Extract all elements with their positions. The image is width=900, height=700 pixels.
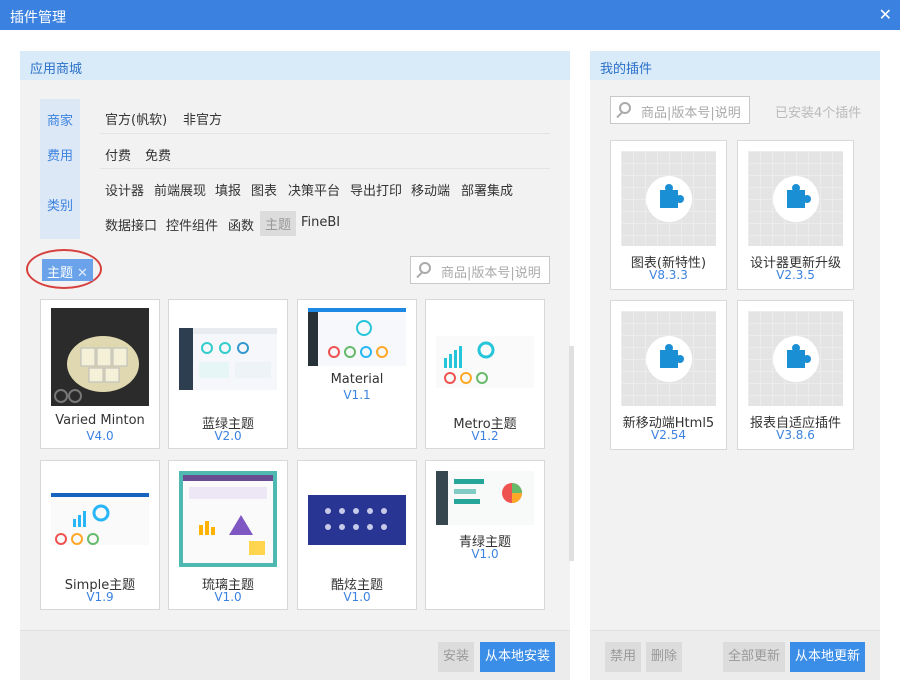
active-filter-tag[interactable]: 主题 ✕ [42,259,93,281]
filter-option-platform[interactable]: 决策平台 [288,180,340,199]
plugin-thumbnail [621,151,716,246]
plugin-version: V2.0 [214,429,242,443]
install-button[interactable]: 安装 [438,642,474,672]
delete-button[interactable]: 删除 [646,642,682,672]
plugin-version: V1.1 [343,388,371,402]
filter-option-official[interactable]: 官方(帆软) [105,109,167,128]
window-title: 插件管理 [10,10,66,26]
plugin-card[interactable]: 青绿主题 V1.0 [425,460,545,610]
plugin-version: V2.3.5 [776,268,815,282]
installed-plugin-card[interactable]: 图表(新特性) V8.3.3 [610,140,727,290]
plugin-thumbnail [179,328,277,390]
store-footer: 安装 从本地安装 [20,630,570,680]
store-panel: 应用商城 商家 费用 类别 官方(帆软) 非官方 付费 免费 设计器 前端展现 … [20,51,574,680]
puzzle-icon [773,176,819,222]
plugin-version: V4.0 [86,429,114,443]
plugin-thumbnail [51,493,149,545]
plugin-thumbnail [436,471,534,525]
plugin-card[interactable]: 琉璃主题 V1.0 [168,460,288,610]
plugin-version: V1.0 [343,590,371,604]
disable-button[interactable]: 禁用 [605,642,641,672]
filter-label-category: 类别 [46,199,73,214]
installed-plugin-card[interactable]: 报表自适应插件 V3.8.6 [737,300,854,450]
plugin-name: Varied Minton [55,413,145,428]
filter-option-deploy[interactable]: 部署集成 [461,180,513,199]
filter-label-vendor: 商家 [46,114,73,129]
filter-option-designer[interactable]: 设计器 [105,180,144,199]
plugin-name: Material [330,372,384,387]
plugin-thumbnail [179,471,277,567]
puzzle-icon [773,336,819,382]
search-icon [419,262,431,274]
my-plugins-search-input[interactable]: 商品|版本号|说明 [610,96,750,124]
filter-option-export[interactable]: 导出打印 [350,180,402,199]
filter-label-fee: 费用 [46,149,73,164]
store-header: 应用商城 [20,51,570,80]
close-icon[interactable]: ✕ [879,5,892,24]
installed-plugin-card[interactable]: 新移动端Html5 V2.54 [610,300,727,450]
window-titlebar: 插件管理 ✕ [0,0,900,30]
filter-row-category: 设计器 前端展现 填报 图表 决策平台 导出打印 移动端 部署集成 数据接口 控… [100,169,550,239]
installed-count: 已安装4个插件 [775,106,862,121]
plugin-thumbnail [436,336,534,388]
my-plugins-header: 我的插件 [590,51,880,80]
active-filter-tag-label: 主题 [47,266,74,281]
filter-row-fee: 付费 免费 [100,134,550,169]
install-local-button[interactable]: 从本地安装 [480,642,555,672]
filter-option-frontend[interactable]: 前端展现 [154,180,206,199]
plugin-version: V1.0 [471,547,499,561]
plugin-version: V3.8.6 [776,428,815,442]
plugin-thumbnail [748,311,843,406]
puzzle-icon [646,176,692,222]
plugin-version: V2.54 [651,428,686,442]
filter-option-unofficial[interactable]: 非官方 [183,109,222,128]
installed-plugin-card[interactable]: 设计器更新升级 V2.3.5 [737,140,854,290]
store-search-placeholder: 商品|版本号|说明 [441,266,541,281]
plugin-thumbnail [748,151,843,246]
filter-option-widgets[interactable]: 控件组件 [166,215,218,234]
filter-option-data-interface[interactable]: 数据接口 [105,215,157,234]
plugin-card[interactable]: 酷炫主题 V1.0 [297,460,417,610]
my-plugins-footer: 禁用 删除 全部更新 从本地更新 [590,630,880,680]
filter-option-fill[interactable]: 填报 [215,180,241,199]
filter-option-chart[interactable]: 图表 [251,180,277,199]
filter-option-finebi[interactable]: FineBI [301,215,340,230]
my-plugins-search-placeholder: 商品|版本号|说明 [641,106,741,121]
update-all-button[interactable]: 全部更新 [723,642,785,672]
plugin-version: V8.3.3 [649,268,688,282]
search-icon [619,102,631,114]
plugin-thumbnail [308,495,406,545]
plugin-thumbnail [621,311,716,406]
plugin-version: V1.9 [86,590,114,604]
filter-row-vendor: 官方(帆软) 非官方 [100,99,550,134]
plugin-thumbnail [51,308,149,406]
filter-option-theme[interactable]: 主题 [260,211,297,236]
plugin-thumbnail [308,308,406,366]
my-plugins-panel: 我的插件 商品|版本号|说明 已安装4个插件 图表(新特性) V8.3.3 设计… [590,51,880,680]
plugin-card[interactable]: Material V1.1 [297,299,417,449]
plugin-card[interactable]: 蓝绿主题 V2.0 [168,299,288,449]
plugin-version: V1.0 [214,590,242,604]
plugin-card[interactable]: Simple主题 V1.9 [40,460,160,610]
plugin-version: V1.2 [471,429,499,443]
card-grid-scrollbar[interactable] [569,346,574,561]
plugin-card[interactable]: Metro主题 V1.2 [425,299,545,449]
update-local-button[interactable]: 从本地更新 [790,642,865,672]
filter-option-functions[interactable]: 函数 [228,215,254,234]
puzzle-icon [646,336,692,382]
filter-option-paid[interactable]: 付费 [105,145,131,164]
filter-option-mobile[interactable]: 移动端 [411,180,450,199]
store-search-input[interactable]: 商品|版本号|说明 [410,256,550,284]
plugin-card[interactable]: Varied Minton V4.0 [40,299,160,449]
filter-option-free[interactable]: 免费 [145,145,171,164]
remove-tag-icon[interactable]: ✕ [77,266,88,281]
